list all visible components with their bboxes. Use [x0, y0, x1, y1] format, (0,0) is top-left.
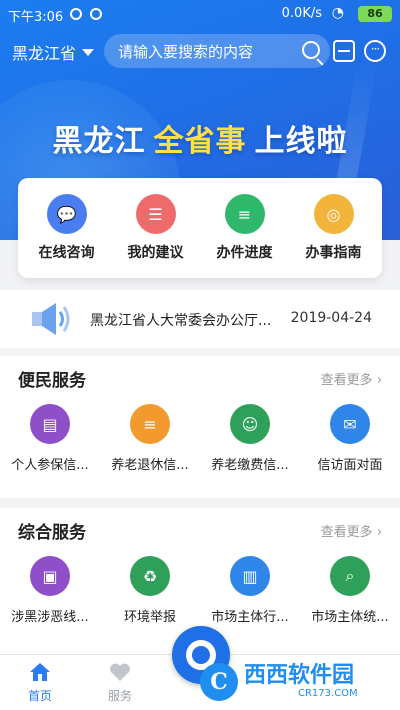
section-title: 综合服务: [18, 523, 86, 543]
notification-icon: [90, 8, 102, 20]
nav-home-label: 首页: [27, 689, 52, 703]
heart-icon: [110, 663, 130, 681]
notice-date: 2019-04-24: [290, 310, 372, 326]
notice-title: 黑龙江省人大常委会办公厅...: [90, 313, 272, 329]
home-icon: [30, 663, 50, 681]
watermark-logo-icon: C: [200, 663, 238, 701]
nav-service-label: 服务: [107, 689, 132, 703]
service-label: 市场主体行...: [211, 610, 289, 625]
watermark-url: CR173.COM: [298, 688, 358, 699]
banner-part-1: 黑龙江: [52, 124, 146, 159]
view-more-label: 查看更多: [320, 525, 373, 540]
quick-action-label: 办事指南: [305, 245, 362, 261]
building-icon: ▥: [230, 556, 270, 596]
quick-action-label: 在线咨询: [38, 245, 95, 261]
quick-action-label: 办件进度: [216, 245, 273, 261]
compass-icon: ◎: [313, 194, 354, 234]
service-item[interactable]: ☺ 养老缴费信...: [200, 404, 300, 473]
service-item[interactable]: ▥ 市场主体行...: [200, 556, 300, 625]
battery-icon: 86: [358, 6, 392, 22]
quick-actions-card: 💬 在线咨询 ☰ 我的建议 ≡ 办件进度 ◎ 办事指南: [18, 178, 382, 278]
service-label: 环境举报: [123, 610, 176, 625]
watermark: C 西西软件园 CR173.COM: [200, 660, 396, 704]
section-title: 便民服务: [18, 371, 86, 391]
quick-action-my-suggestions[interactable]: ☰ 我的建议: [116, 194, 196, 262]
service-label: 养老缴费信...: [211, 458, 289, 473]
status-time: 下午3:06: [8, 10, 64, 25]
pension-icon: ≡: [130, 404, 170, 444]
list-icon: ≡: [224, 194, 265, 234]
service-label: 个人参保信...: [11, 458, 89, 473]
insurance-doc-icon: ▤: [30, 404, 70, 444]
service-grid: ▣ 涉黑涉恶线... ♻ 环境举报 ▥ 市场主体行... ⌕ 市场主体统...: [0, 556, 400, 625]
chevron-right-icon: ›: [376, 525, 382, 540]
banner-highlight: 全省事: [153, 124, 247, 159]
banner-part-3: 上线啦: [254, 124, 348, 159]
scan-icon[interactable]: [333, 40, 355, 62]
city-selector[interactable]: 黑龙江省: [12, 40, 95, 64]
chevron-right-icon: ›: [376, 373, 382, 388]
elderly-person-icon: ☺: [230, 404, 270, 444]
chat-icon: 💬: [46, 194, 87, 234]
wifi-icon: ◔: [331, 5, 344, 21]
view-more-link[interactable]: 查看更多 ›: [321, 521, 382, 540]
service-label: 市场主体统...: [311, 610, 389, 625]
search-doc-icon: ⌕: [330, 556, 370, 596]
recycle-icon: ♻: [130, 556, 170, 596]
convenience-services-section: 便民服务 查看更多 › ▤ 个人参保信... ≡ 养老退休信... ☺ 养老缴费…: [0, 356, 400, 498]
banner-title: 黑龙江 全省事 上线啦: [0, 116, 400, 160]
quick-action-online-consult[interactable]: 💬 在线咨询: [27, 194, 107, 262]
chevron-down-icon: [82, 48, 95, 56]
quick-action-guide[interactable]: ◎ 办事指南: [294, 194, 374, 262]
search-icon[interactable]: [302, 41, 320, 59]
service-grid: ▤ 个人参保信... ≡ 养老退休信... ☺ 养老缴费信... ✉ 信访面对面: [0, 404, 400, 473]
document-icon: ☰: [135, 194, 176, 234]
top-bar: 黑龙江省 请输入要搜索的内容 ···: [0, 34, 400, 68]
view-more-link[interactable]: 查看更多 ›: [321, 369, 382, 388]
notice-bar[interactable]: 黑龙江省人大常委会办公厅... 2019-04-24: [0, 290, 400, 348]
service-label: 涉黑涉恶线...: [11, 610, 89, 625]
search-placeholder: 请输入要搜索的内容: [118, 42, 254, 61]
more-icon[interactable]: ···: [364, 40, 386, 62]
service-label: 信访面对面: [317, 458, 383, 473]
service-item[interactable]: ▣ 涉黑涉恶线...: [0, 556, 100, 625]
service-item[interactable]: ♻ 环境举报: [100, 556, 200, 625]
speaker-icon: [32, 303, 70, 335]
service-item[interactable]: ⌕ 市场主体统...: [300, 556, 400, 625]
quick-action-label: 我的建议: [127, 245, 184, 261]
nav-service[interactable]: 服务: [90, 661, 150, 704]
service-label: 养老退休信...: [111, 458, 189, 473]
service-item[interactable]: ▤ 个人参保信...: [0, 404, 100, 473]
network-speed: 0.0K/s: [281, 6, 322, 21]
nav-home[interactable]: 首页: [10, 661, 70, 704]
report-box-icon: ▣: [30, 556, 70, 596]
view-more-label: 查看更多: [320, 373, 373, 388]
envelope-icon: ✉: [330, 404, 370, 444]
watermark-brand: 西西软件园: [244, 663, 355, 688]
service-item[interactable]: ✉ 信访面对面: [300, 404, 400, 473]
service-item[interactable]: ≡ 养老退休信...: [100, 404, 200, 473]
city-label: 黑龙江省: [12, 44, 77, 63]
status-bar: 下午3:06 0.0K/s ◔ 86: [0, 0, 400, 28]
quick-action-progress[interactable]: ≡ 办件进度: [205, 194, 285, 262]
search-input[interactable]: 请输入要搜索的内容: [104, 34, 330, 68]
notification-icon: [70, 8, 82, 20]
